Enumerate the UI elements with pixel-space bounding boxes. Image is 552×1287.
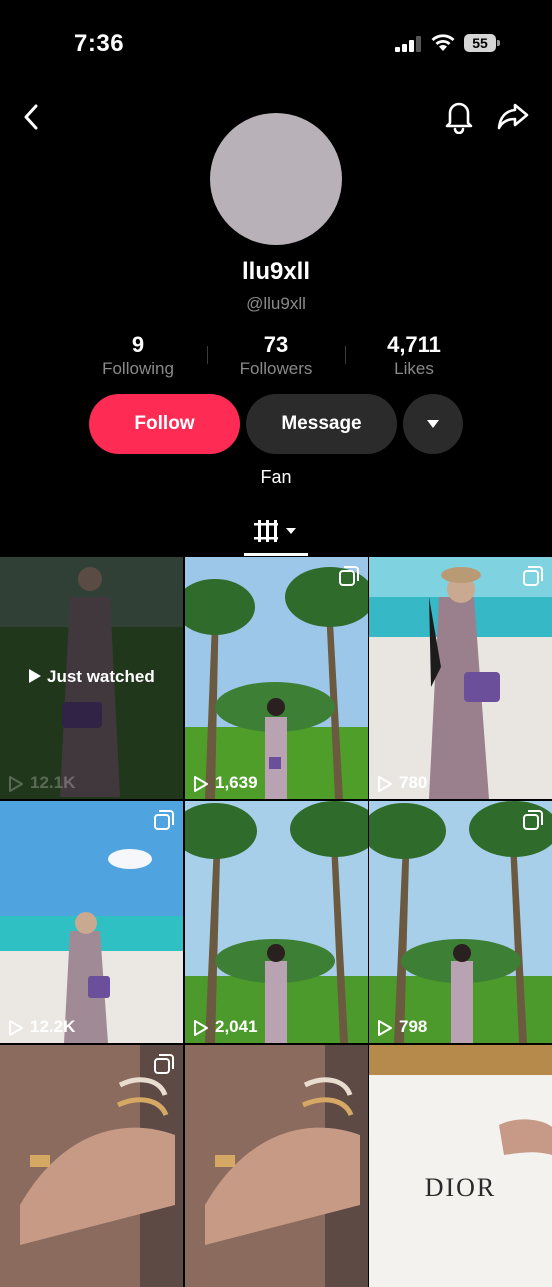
tab-active-indicator [244,553,308,556]
video-thumbnail [0,801,183,1043]
play-icon [378,775,392,792]
play-icon [9,775,23,792]
stat-likes-label: Likes [394,359,434,378]
profile-stats: 9 Following 73 Followers 4,711 Likes [68,332,484,382]
follow-button[interactable]: Follow [89,394,240,454]
video-grid: Just watched 12.1K 1,639 780 12.2K 2,041… [0,557,552,1287]
video-tile[interactable]: 1,639 [185,557,368,799]
bell-icon[interactable] [440,96,478,134]
video-thumbnail [369,557,552,799]
stat-followers[interactable]: 73 Followers [206,332,346,380]
stat-following-label: Following [102,359,174,378]
stat-likes[interactable]: 4,711 Likes [344,332,484,380]
message-button[interactable]: Message [246,394,397,454]
just-watched-text: Just watched [47,667,155,686]
stat-following-value: 9 [131,332,145,357]
view-count-value: 780 [399,773,428,792]
stat-followers-value: 73 [263,332,289,357]
wifi-icon [431,34,455,51]
video-tile[interactable]: DIOR [369,1045,552,1287]
video-thumbnail [0,1045,183,1287]
view-count: 780 [377,773,427,793]
just-watched-label: Just watched [0,667,183,687]
view-count: 798 [377,1017,427,1037]
view-count: 12.2K [8,1017,75,1037]
battery-level: 55 [464,34,496,52]
video-tile[interactable]: 780 [369,557,552,799]
play-icon [378,1019,392,1036]
multi-photo-icon [523,566,543,586]
view-count: 2,041 [193,1017,258,1037]
video-tile[interactable] [0,1045,183,1287]
multi-photo-icon [154,810,174,830]
battery-indicator: 55 [464,34,502,54]
back-icon[interactable] [16,98,48,136]
view-count-value: 2,041 [215,1017,258,1036]
status-time: 7:36 [74,30,125,57]
signal-icon [395,36,421,52]
multi-photo-icon [523,810,543,830]
multi-photo-icon [154,1054,174,1074]
more-options-button[interactable] [403,394,463,454]
play-icon [194,775,208,792]
video-thumbnail [185,1045,368,1287]
video-tile[interactable]: Just watched 12.1K [0,557,183,799]
profile-actions: Follow Message [0,394,552,456]
multi-photo-icon [339,566,359,586]
play-icon [9,1019,23,1036]
video-tile[interactable]: 12.2K [0,801,183,1043]
content-tabs [0,510,552,556]
video-tile[interactable]: 2,041 [185,801,368,1043]
status-bar: 7:36 55 [0,0,552,90]
video-tile[interactable]: 798 [369,801,552,1043]
share-icon[interactable] [494,96,532,134]
battery-cap [497,40,500,46]
brand-text: DIOR [424,1173,497,1202]
chevron-down-icon [427,420,439,428]
video-thumbnail [185,801,368,1043]
stat-following[interactable]: 9 Following [68,332,208,380]
video-tile[interactable] [185,1045,368,1287]
profile-handle: @llu9xll [246,294,306,313]
view-count-value: 12.1K [30,773,76,792]
videos-grid-icon[interactable] [244,510,308,556]
view-count-value: 1,639 [215,773,258,792]
view-count: 1,639 [193,773,258,793]
fan-label: Fan [260,467,292,487]
stat-likes-value: 4,711 [387,332,441,357]
video-thumbnail [369,1045,552,1287]
view-count: 12.1K [8,773,75,793]
view-count-value: 12.2K [30,1017,76,1036]
view-count-value: 798 [399,1017,428,1036]
play-icon [29,669,42,683]
play-icon [194,1019,208,1036]
video-thumbnail [185,557,368,799]
avatar[interactable] [210,113,342,245]
video-thumbnail [369,801,552,1043]
profile-username: llu9xll [241,258,311,285]
stat-followers-label: Followers [239,359,313,378]
